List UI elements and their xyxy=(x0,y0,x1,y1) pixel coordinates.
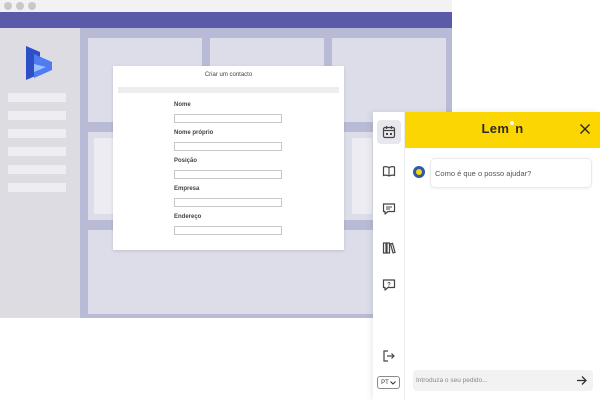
library-icon[interactable] xyxy=(381,240,397,256)
modal-title: Criar um contacto xyxy=(204,72,253,78)
assistant-message: Como é que o posso ajudar? xyxy=(430,158,592,188)
panel-icon-rail: ? PT xyxy=(373,112,405,400)
sidebar-item[interactable] xyxy=(8,147,66,156)
empresa-input[interactable] xyxy=(174,198,282,207)
content-card xyxy=(332,38,446,122)
posicao-input[interactable] xyxy=(174,170,282,179)
screen: Criar um contacto Nome Nome próprio Posi… xyxy=(0,0,600,400)
sidebar-item[interactable] xyxy=(8,165,66,174)
chat-icon[interactable] xyxy=(381,201,397,217)
sidebar-item[interactable] xyxy=(8,111,66,120)
chat-input-box xyxy=(413,370,593,391)
send-arrow-icon[interactable] xyxy=(575,374,588,387)
close-icon[interactable] xyxy=(578,122,592,136)
window-minimize-dot[interactable] xyxy=(16,2,24,10)
language-select[interactable]: PT xyxy=(377,376,400,389)
calendar-icon[interactable] xyxy=(381,124,397,140)
bot-avatar xyxy=(413,166,425,178)
field-label-nome-proprio: Nome próprio xyxy=(174,130,214,136)
sidebar-item[interactable] xyxy=(8,129,66,138)
lemon-avatar-icon xyxy=(416,169,422,175)
app-topbar xyxy=(0,12,452,28)
brand-text-right: n xyxy=(515,121,524,136)
svg-text:?: ? xyxy=(387,282,391,288)
help-icon[interactable]: ? xyxy=(381,277,397,293)
sidebar-item[interactable] xyxy=(8,93,66,102)
card-column xyxy=(352,138,372,214)
nome-input[interactable] xyxy=(174,114,282,123)
lemon-side-panel: ? PT Lem n Como é que o posso ajudar? xyxy=(373,112,600,400)
lemon-brand-logo: Lem n xyxy=(405,121,600,136)
field-label-empresa: Empresa xyxy=(174,186,200,192)
field-label-nome: Nome xyxy=(174,102,191,108)
nome-proprio-input[interactable] xyxy=(174,142,282,151)
brand-text-left: Lem xyxy=(481,121,510,136)
window-titlebar xyxy=(0,0,452,12)
language-value: PT xyxy=(381,379,389,386)
assistant-message-text: Como é que o posso ajudar? xyxy=(435,169,532,178)
window-maximize-dot[interactable] xyxy=(28,2,36,10)
chevron-down-icon xyxy=(389,380,396,385)
panel-header: Lem n xyxy=(405,112,600,148)
chat-input[interactable] xyxy=(416,373,566,388)
sidebar-item[interactable] xyxy=(8,183,66,192)
field-label-endereco: Endereço xyxy=(174,214,202,220)
logout-icon[interactable] xyxy=(381,348,397,364)
modal-toolbar xyxy=(118,87,339,93)
dynamics-logo-icon xyxy=(26,46,52,80)
card-column xyxy=(94,138,114,214)
field-label-posicao: Posição xyxy=(174,158,198,164)
create-contact-modal: Criar um contacto Nome Nome próprio Posi… xyxy=(113,66,344,250)
endereco-input[interactable] xyxy=(174,226,282,235)
window-close-dot[interactable] xyxy=(4,2,12,10)
lemon-dot-icon xyxy=(510,121,515,125)
book-icon[interactable] xyxy=(381,163,397,179)
